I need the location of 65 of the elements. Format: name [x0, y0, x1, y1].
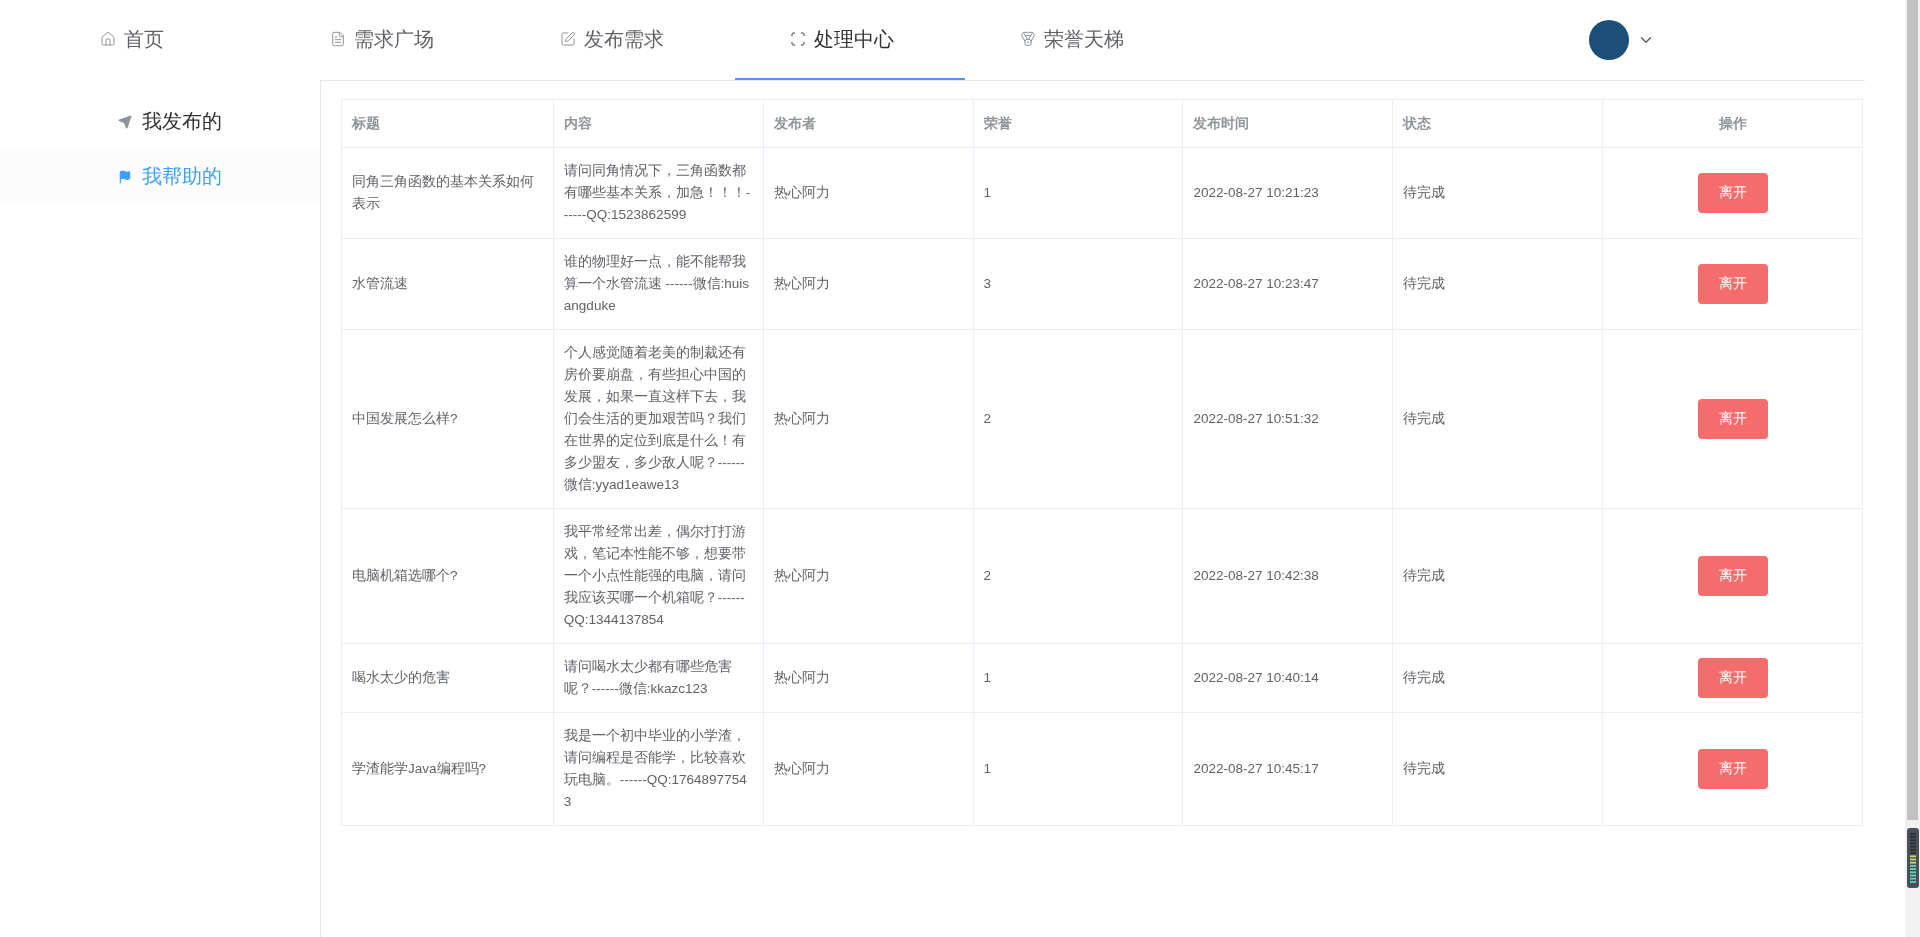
- publisher-cell: 热心阿力: [763, 643, 974, 713]
- publisher-cell: 热心阿力: [763, 147, 974, 239]
- content-cell: 我是一个初中毕业的小学渣，请问编程是否能学，比较喜欢玩电脑。------QQ:17648977543: [553, 712, 764, 826]
- status-cell: 待完成: [1392, 238, 1603, 330]
- status-cell: 待完成: [1392, 329, 1603, 509]
- time-cell: 2022-08-27 10:21:23: [1182, 147, 1393, 239]
- leave-button[interactable]: 离开: [1697, 749, 1768, 789]
- leave-button[interactable]: 离开: [1697, 658, 1768, 698]
- edit-icon: [560, 31, 576, 47]
- honor-cell: 1: [973, 712, 1183, 826]
- column-header: 发布时间: [1182, 99, 1393, 148]
- time-cell: 2022-08-27 10:51:32: [1182, 329, 1393, 509]
- document-icon: [330, 31, 346, 47]
- level-meter-icon: [1906, 828, 1919, 888]
- scan-icon: [790, 31, 806, 47]
- nav-tab[interactable]: 发布需求: [505, 0, 735, 80]
- honor-cell: 2: [973, 508, 1183, 644]
- time-cell: 2022-08-27 10:40:14: [1182, 643, 1393, 713]
- status-cell: 待完成: [1392, 643, 1603, 713]
- content-cell: 谁的物理好一点，能不能帮我算一个水管流速 ------微信:huisangduke: [553, 238, 764, 330]
- leave-button[interactable]: 离开: [1697, 399, 1768, 439]
- title-cell: 中国发展怎么样?: [341, 329, 554, 509]
- title-cell: 电脑机箱选哪个?: [341, 508, 554, 644]
- honor-cell: 1: [973, 147, 1183, 239]
- time-cell: 2022-08-27 10:23:47: [1182, 238, 1393, 330]
- medal-icon: [1020, 31, 1036, 47]
- user-avatar[interactable]: [1589, 20, 1629, 60]
- content-cell: 请问喝水太少都有哪些危害呢？------微信:kkazc123: [553, 643, 764, 713]
- publisher-cell: 热心阿力: [763, 712, 974, 826]
- nav-tab[interactable]: 处理中心: [735, 0, 965, 80]
- column-header: 发布者: [763, 99, 974, 148]
- status-cell: 待完成: [1392, 712, 1603, 826]
- status-cell: 待完成: [1392, 147, 1603, 239]
- column-header: 标题: [341, 99, 554, 148]
- leave-button[interactable]: 离开: [1697, 556, 1768, 596]
- leave-button[interactable]: 离开: [1697, 173, 1768, 213]
- status-cell: 待完成: [1392, 508, 1603, 644]
- title-cell: 同角三角函数的基本关系如何表示: [341, 147, 554, 239]
- column-header: 荣誉: [973, 99, 1183, 148]
- scrollbar[interactable]: [1905, 0, 1920, 937]
- content-cell: 请问同角情况下，三角函数都有哪些基本关系，加急！！！------QQ:1523862599: [553, 147, 764, 239]
- home-icon: [100, 31, 116, 47]
- flag-icon: [118, 169, 132, 184]
- content-cell: 个人感觉随着老美的制裁还有房价要崩盘，有些担心中国的发展，如果一直这样下去，我们会生活的更加艰苦吗？我们在世界的定位到底是什么！有多少盟友，多少敌人呢？------微信:yyad1eawe13: [553, 329, 764, 509]
- title-cell: 水管流速: [341, 238, 554, 330]
- time-cell: 2022-08-27 10:45:17: [1182, 712, 1393, 826]
- leave-button[interactable]: 离开: [1697, 264, 1768, 304]
- publisher-cell: 热心阿力: [763, 238, 974, 330]
- sidebar-item[interactable]: 我发布的: [0, 94, 320, 149]
- title-cell: 学渣能学Java编程吗?: [341, 712, 554, 826]
- nav-tab[interactable]: 需求广场: [275, 0, 505, 80]
- nav-tab[interactable]: 首页: [45, 0, 275, 80]
- honor-cell: 2: [973, 329, 1183, 509]
- honor-cell: 3: [973, 238, 1183, 330]
- column-header: 内容: [553, 99, 764, 148]
- nav-tab[interactable]: 荣誉天梯: [965, 0, 1195, 80]
- column-header: 状态: [1392, 99, 1603, 148]
- paper-plane-icon: [118, 114, 132, 129]
- content-cell: 我平常经常出差，偶尔打打游戏，笔记本性能不够，想要带一个小点性能强的电脑，请问我应该买哪一个机箱呢？------QQ:1344137854: [553, 508, 764, 644]
- publisher-cell: 热心阿力: [763, 508, 974, 644]
- time-cell: 2022-08-27 10:42:38: [1182, 508, 1393, 644]
- column-header: 操作: [1602, 99, 1863, 148]
- honor-cell: 1: [973, 643, 1183, 713]
- publisher-cell: 热心阿力: [763, 329, 974, 509]
- title-cell: 喝水太少的危害: [341, 643, 554, 713]
